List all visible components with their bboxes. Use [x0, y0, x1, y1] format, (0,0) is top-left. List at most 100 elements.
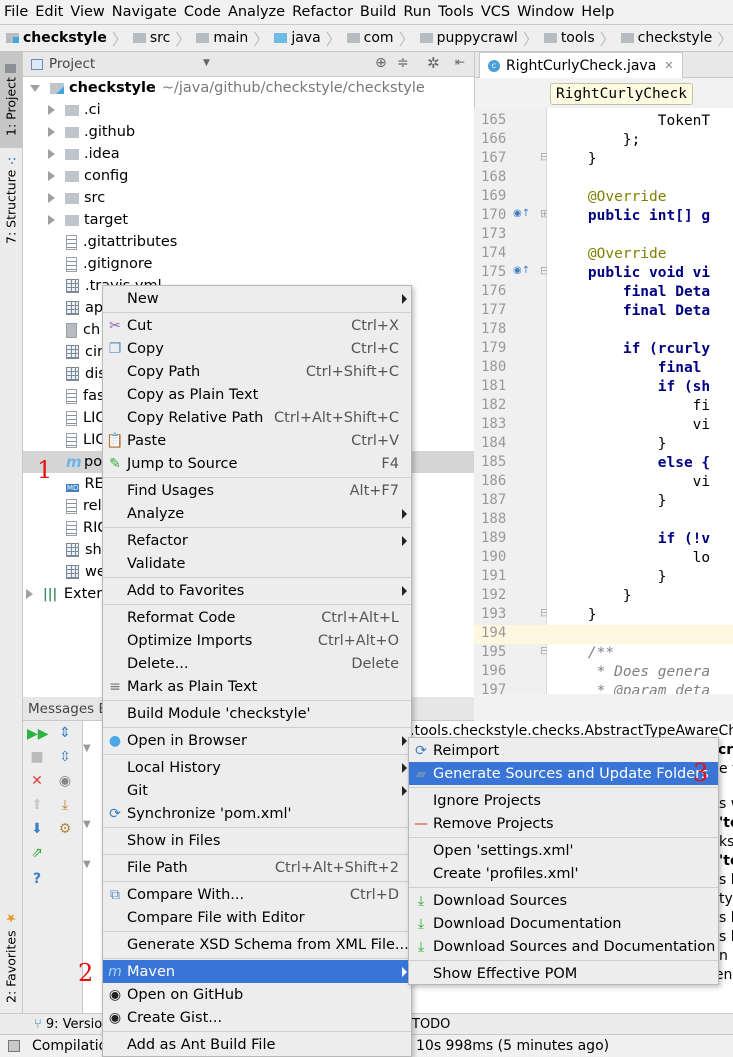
menu-item-copy-path[interactable]: Copy Path Ctrl+Shift+C — [103, 360, 411, 383]
chevron-right-icon[interactable] — [48, 215, 55, 225]
menu-item-download-documentation[interactable]: ⤓ Download Documentation — [409, 912, 718, 935]
settings-wrench-icon[interactable]: ⚙ — [55, 821, 75, 837]
menu-item-add-as-ant-build-file[interactable]: Add as Ant Build File — [103, 1033, 411, 1056]
menu-item-validate[interactable]: Validate — [103, 552, 411, 575]
tab-structure[interactable]: 7: Structure ⛬ — [0, 152, 22, 247]
menu-item-compare-file-with-editor[interactable]: Compare File with Editor — [103, 906, 411, 929]
override-marker-icon[interactable]: ◉↑ — [513, 208, 530, 219]
tree-item[interactable]: .ci — [23, 99, 474, 121]
menu-item-analyze[interactable]: Analyze — [103, 502, 411, 525]
chevron-down-icon[interactable] — [30, 84, 40, 92]
menu-item-show-effective-pom[interactable]: Show Effective POM — [409, 962, 718, 985]
menu-item-find-usages[interactable]: Find Usages Alt+F7 — [103, 479, 411, 502]
tab-project[interactable]: 1: Project — [0, 52, 22, 148]
tree-item[interactable]: .github — [23, 121, 474, 143]
breadcrumb-item[interactable]: main — [196, 30, 248, 46]
menu-analyze[interactable]: Analyze — [228, 4, 285, 20]
menu-help[interactable]: Help — [581, 4, 614, 20]
menu-item-open-settings-xml[interactable]: Open 'settings.xml' — [409, 839, 718, 862]
menu-item-paste[interactable]: 📋 Paste Ctrl+V — [103, 429, 411, 452]
breadcrumb-item[interactable]: checkstyle — [6, 30, 107, 46]
close-icon[interactable]: ✕ — [664, 59, 673, 72]
menu-refactor[interactable]: Refactor — [292, 4, 353, 20]
chevron-down-icon[interactable]: ▼ — [203, 58, 210, 68]
menu-item-reformat-code[interactable]: Reformat Code Ctrl+Alt+L — [103, 606, 411, 629]
menu-item-ignore-projects[interactable]: Ignore Projects — [409, 789, 718, 812]
menu-item-create-profiles-xml[interactable]: Create 'profiles.xml' — [409, 862, 718, 885]
menu-item-new[interactable]: New — [103, 287, 411, 310]
menu-build[interactable]: Build — [360, 4, 396, 20]
breadcrumb-item[interactable]: tools — [543, 30, 595, 46]
status-toggle-icon[interactable] — [8, 1040, 20, 1052]
chevron-right-icon[interactable] — [48, 149, 55, 159]
menu-item-open-in-browser[interactable]: ● Open in Browser — [103, 729, 411, 752]
menu-run[interactable]: Run — [403, 4, 431, 20]
tab-todo[interactable]: TODO — [412, 1017, 450, 1032]
menu-file[interactable]: File — [4, 4, 28, 20]
menu-item-download-sources[interactable]: ⤓ Download Sources — [409, 889, 718, 912]
expand-arrow-icon[interactable]: ▼ — [83, 859, 91, 870]
breadcrumb-item[interactable]: java — [274, 30, 321, 46]
tab-version-control[interactable]: ⑂ 9: Versio — [34, 1017, 102, 1032]
override-marker-icon[interactable]: ◉↑ — [513, 265, 530, 276]
chevron-right-icon[interactable] — [48, 193, 55, 203]
expand-arrow-icon[interactable]: ▼ — [83, 743, 91, 754]
export-to-editor-icon[interactable]: ⇗ — [27, 845, 47, 861]
arrow-up-icon[interactable]: ⬆ — [27, 797, 47, 813]
menu-item-copy-relative-path[interactable]: Copy Relative Path Ctrl+Alt+Shift+C — [103, 406, 411, 429]
menu-view[interactable]: View — [70, 4, 104, 20]
collapse-all-icon[interactable]: ⇳ — [55, 749, 75, 765]
tree-item[interactable]: .idea — [23, 143, 474, 165]
menu-item-open-on-github[interactable]: ◉ Open on GitHub — [103, 983, 411, 1006]
menu-item-file-path[interactable]: File Path Ctrl+Alt+Shift+2 — [103, 856, 411, 879]
tree-item[interactable]: .gitattributes — [23, 231, 474, 253]
menu-item-download-sources-and-documentation[interactable]: ⤓ Download Sources and Documentation — [409, 935, 718, 958]
menu-item-show-in-files[interactable]: Show in Files — [103, 829, 411, 852]
chevron-right-icon[interactable] — [48, 127, 55, 137]
menu-navigate[interactable]: Navigate — [112, 4, 177, 20]
menu-item-git[interactable]: Git — [103, 779, 411, 802]
collapse-all-icon[interactable]: ≑ — [397, 55, 409, 71]
close-icon[interactable]: ✕ — [27, 773, 47, 789]
menu-item-reimport[interactable]: ⟳ Reimport — [409, 739, 718, 762]
menu-vcs[interactable]: VCS — [481, 4, 510, 20]
menu-item-add-to-favorites[interactable]: Add to Favorites — [103, 579, 411, 602]
editor-tab[interactable]: c RightCurlyCheck.java ✕ — [479, 52, 683, 78]
help-icon[interactable]: ? — [27, 871, 47, 887]
chevron-right-icon[interactable] — [48, 171, 55, 181]
locate-icon[interactable]: ⊕ — [375, 55, 387, 71]
breadcrumb-item[interactable]: puppycrawl — [419, 30, 518, 46]
arrow-down-icon[interactable]: ⬇ — [27, 821, 47, 837]
tree-root[interactable]: checkstyle ~/java/github/checkstyle/check… — [23, 77, 474, 99]
tree-item[interactable]: config — [23, 165, 474, 187]
tree-item[interactable]: src — [23, 187, 474, 209]
chevron-right-icon[interactable] — [48, 105, 55, 115]
tree-item[interactable]: .gitignore — [23, 253, 474, 275]
menu-item-cut[interactable]: ✂ Cut Ctrl+X — [103, 314, 411, 337]
export-icon[interactable]: ⤓ — [55, 797, 75, 813]
hide-warnings-icon[interactable]: ◉ — [55, 773, 75, 789]
menu-code[interactable]: Code — [184, 4, 221, 20]
class-breadcrumb-chip[interactable]: RightCurlyCheck — [550, 83, 693, 105]
chevron-right-icon[interactable] — [26, 589, 33, 599]
expand-all-icon[interactable]: ⇕ — [55, 725, 75, 741]
gear-icon[interactable]: ✲ — [427, 54, 440, 72]
menu-item-refactor[interactable]: Refactor — [103, 529, 411, 552]
breadcrumb-item[interactable]: src — [132, 30, 170, 46]
menu-item-jump-to-source[interactable]: ✎ Jump to Source F4 — [103, 452, 411, 475]
menu-item-generate-xsd-schema-from-xml-file[interactable]: Generate XSD Schema from XML File... — [103, 933, 411, 956]
breadcrumb-item[interactable]: checkstyle — [620, 30, 712, 46]
stop-icon[interactable]: ■ — [27, 749, 47, 765]
menu-item-synchronize-pom-xml[interactable]: ⟳ Synchronize 'pom.xml' — [103, 802, 411, 825]
menu-item-optimize-imports[interactable]: Optimize Imports Ctrl+Alt+O — [103, 629, 411, 652]
tree-item[interactable]: target — [23, 209, 474, 231]
menu-item-create-gist[interactable]: ◉ Create Gist... — [103, 1006, 411, 1029]
menu-item-build-module-checkstyle[interactable]: Build Module 'checkstyle' — [103, 702, 411, 725]
project-view-selector[interactable]: Project — [49, 56, 95, 72]
rerun-icon[interactable]: ▶▶ — [27, 726, 49, 742]
menu-item-delete[interactable]: Delete... Delete — [103, 652, 411, 675]
tab-favorites[interactable]: 2: Favorites ★ — [0, 907, 22, 1007]
menu-window[interactable]: Window — [517, 4, 574, 20]
menu-item-local-history[interactable]: Local History — [103, 756, 411, 779]
hide-panel-icon[interactable]: ⇤ — [455, 55, 465, 69]
